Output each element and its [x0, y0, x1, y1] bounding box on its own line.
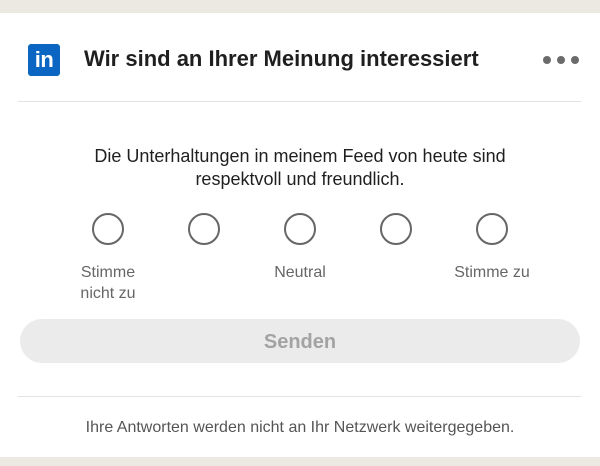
radio-option-4[interactable]: [380, 213, 412, 245]
dot-icon: [571, 56, 579, 64]
dot-icon: [543, 56, 551, 64]
question-line-1: Die Unterhaltungen in meinem Feed von he…: [94, 146, 506, 166]
radio-option-3[interactable]: [284, 213, 316, 245]
radio-option-5[interactable]: [476, 213, 508, 245]
survey-card: in Wir sind an Ihrer Meinung interessier…: [0, 13, 600, 457]
scale-label-disagree: Stimme nicht zu: [48, 262, 168, 304]
scale-label-disagree-line-2: nicht zu: [80, 285, 136, 302]
scale-label-agree: Stimme zu: [454, 264, 530, 281]
scale-label-disagree-line-1: Stimme: [80, 264, 136, 281]
divider: [18, 101, 581, 102]
send-button[interactable]: Senden: [20, 319, 580, 363]
survey-question: Die Unterhaltungen in meinem Feed von he…: [30, 145, 570, 191]
privacy-note: Ihre Antworten werden nicht an Ihr Netzw…: [85, 419, 515, 436]
card-title: Wir sind an Ihrer Meinung interessiert: [84, 46, 479, 71]
dot-icon: [557, 56, 565, 64]
question-line-2: respektvoll und freundlich.: [195, 169, 405, 189]
more-options-icon[interactable]: [543, 56, 583, 66]
divider: [18, 396, 581, 397]
radio-option-2[interactable]: [188, 213, 220, 245]
linkedin-logo-icon: in: [28, 44, 60, 76]
radio-option-1[interactable]: [92, 213, 124, 245]
scale-label-neutral: Neutral: [274, 264, 326, 281]
card-header: in Wir sind an Ihrer Meinung interessier…: [0, 13, 600, 101]
